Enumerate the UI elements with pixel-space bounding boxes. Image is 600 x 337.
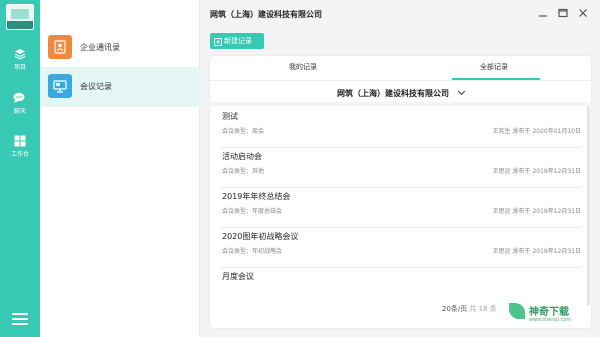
sidebar-item-meetings[interactable]: 会议记录	[40, 67, 200, 107]
rail-item-chat[interactable]: 聊天	[0, 92, 40, 115]
rail-item-projects[interactable]: 项目	[0, 48, 40, 71]
hamburger-icon[interactable]	[12, 313, 28, 328]
divider	[210, 102, 591, 106]
list-item[interactable]: 测试 会议类型：周会 王宪生 发布于 2020年01月10日	[220, 108, 581, 148]
record-title: 活动启动会	[222, 152, 262, 161]
tab-all-records[interactable]: 全部记录	[480, 62, 508, 72]
chevron-down-icon	[457, 87, 466, 96]
main-area: 网筑（上海）建设科技有限公司 + 新建记录 我的记录 全部记录 网筑（上海）建设科…	[200, 0, 600, 337]
divider	[210, 80, 591, 81]
records-panel: 我的记录 全部记录 网筑（上海）建设科技有限公司 测试 会议类型：周会 王宪生 …	[210, 56, 591, 328]
sidebar-item-label: 企业通讯录	[80, 43, 120, 52]
rail-item-workbench[interactable]: 工作台	[0, 135, 40, 158]
total-count: 共 18 条	[469, 305, 497, 313]
window-title: 网筑（上海）建设科技有限公司	[210, 10, 322, 19]
sidebar-item-contacts[interactable]: 企业通讯录	[40, 28, 200, 68]
record-meta: 王思远 发布于 2019年12月31日	[492, 168, 581, 175]
company-selector[interactable]: 网筑（上海）建设科技有限公司	[210, 87, 591, 99]
close-icon[interactable]	[576, 6, 590, 20]
chat-icon	[13, 92, 25, 103]
plus-icon: +	[214, 38, 222, 46]
meeting-icon	[48, 74, 72, 98]
watermark-logo: 神奇下载 www.shenqi.com	[505, 299, 595, 329]
maximize-icon[interactable]	[556, 6, 570, 20]
list-item[interactable]: 2020图年初战略会议 会议类型：年初战略会 王思远 发布于 2019年12月3…	[220, 228, 581, 268]
leaf-icon	[509, 303, 525, 319]
record-title: 测试	[222, 112, 238, 121]
record-type: 会议类型：年初战略会	[222, 248, 283, 255]
sidebar-item-label: 会议记录	[80, 82, 112, 91]
minimize-icon[interactable]	[536, 6, 550, 20]
new-record-label: 新建记录	[224, 37, 252, 45]
record-type: 会议类型：周会	[222, 128, 265, 135]
module-sidebar: 企业通讯录 会议记录	[40, 0, 200, 337]
record-title: 2019年年终总结会	[222, 192, 291, 201]
record-type: 会议类型：年度总结会	[222, 208, 283, 215]
rail-item-label: 项目	[13, 64, 26, 71]
layers-icon	[14, 49, 26, 60]
record-title: 月度会议	[222, 272, 254, 281]
app-rail: 项目 聊天 工作台	[0, 0, 40, 337]
scrollbar[interactable]	[587, 106, 590, 306]
record-title: 2020图年初战略会议	[222, 232, 299, 241]
record-meta: 王宪生 发布于 2020年01月10日	[492, 128, 581, 135]
list-item[interactable]: 活动启动会 会议类型：其他 王思远 发布于 2019年12月31日	[220, 148, 581, 188]
record-type: 会议类型：其他	[222, 168, 265, 175]
list-item[interactable]: 2019年年终总结会 会议类型：年度总结会 王思远 发布于 2019年12月31…	[220, 188, 581, 228]
company-selector-label: 网筑（上海）建设科技有限公司	[337, 89, 449, 98]
contact-book-icon	[48, 35, 72, 59]
user-avatar[interactable]	[6, 4, 34, 30]
grid-icon	[14, 135, 26, 147]
watermark-sub: www.shenqi.com	[529, 317, 572, 323]
rail-item-label: 工作台	[10, 151, 29, 158]
watermark-text: 神奇下载	[529, 307, 569, 318]
rail-item-label: 聊天	[13, 108, 26, 115]
new-record-button[interactable]: + 新建记录	[210, 33, 264, 49]
pagination: 20条/页共 18 条	[442, 304, 497, 314]
record-meta: 王思远 发布于 2019年12月31日	[492, 248, 581, 255]
page-size-select[interactable]: 20条/页	[442, 305, 467, 313]
tab-my-records[interactable]: 我的记录	[289, 62, 317, 72]
record-meta: 王思远 发布于 2019年12月31日	[492, 208, 581, 215]
